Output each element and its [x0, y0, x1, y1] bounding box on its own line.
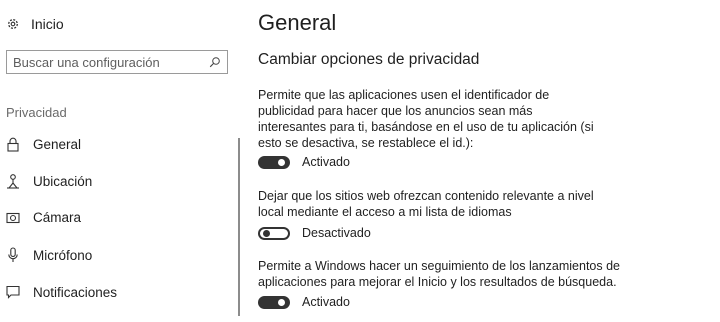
toggle-state-label: Desactivado — [302, 226, 371, 240]
microphone-icon — [6, 247, 20, 263]
search-icon[interactable] — [209, 56, 221, 68]
search-box[interactable] — [6, 50, 228, 74]
sidebar-item-general[interactable]: General — [6, 134, 81, 154]
toggle-state-label: Activado — [302, 155, 350, 169]
toggle-row-advertising-id: Activado — [258, 155, 350, 169]
language-list-toggle[interactable] — [258, 226, 290, 240]
notification-icon — [6, 284, 20, 300]
camera-icon — [6, 209, 20, 225]
toggle-knob — [263, 229, 270, 237]
toggle-row-app-launch-tracking: Activado — [258, 295, 350, 309]
page-title: General — [258, 10, 337, 35]
setting-description-app-launch-tracking: Permite a Windows hacer un seguimiento d… — [258, 259, 620, 289]
lock-icon — [6, 136, 20, 152]
toggle-state-label: Activado — [302, 295, 350, 309]
sidebar-item-location[interactable]: Ubicación — [6, 171, 92, 191]
app-launch-tracking-toggle[interactable] — [258, 295, 290, 309]
section-heading: Cambiar opciones de privacidad — [258, 51, 480, 68]
home-label: Inicio — [31, 16, 64, 32]
search-input[interactable] — [13, 54, 209, 70]
sidebar-item-label: Notificaciones — [33, 284, 118, 300]
home-nav-item[interactable]: Inicio — [6, 16, 64, 32]
sidebar-item-label: Micrófono — [33, 247, 93, 263]
setting-description-language-list: Dejar que los sitios web ofrezcan conten… — [258, 189, 594, 219]
sidebar-item-label: Cámara — [33, 209, 82, 225]
sidebar: Inicio Privacidad General Ubicación Cáma… — [0, 0, 240, 322]
gear-icon — [6, 17, 20, 31]
toggle-knob — [278, 158, 285, 166]
advertising-id-toggle[interactable] — [258, 155, 290, 169]
sidebar-scrollbar[interactable] — [238, 138, 240, 316]
setting-description-advertising-id: Permite que las aplicaciones usen el ide… — [258, 88, 594, 150]
toggle-row-language-list: Desactivado — [258, 226, 371, 240]
section-label-privacy: Privacidad — [6, 105, 67, 120]
sidebar-item-camera[interactable]: Cámara — [6, 207, 81, 227]
sidebar-item-label: Ubicación — [33, 173, 93, 189]
sidebar-item-notifications[interactable]: Notificaciones — [6, 282, 117, 302]
location-icon — [6, 173, 20, 189]
sidebar-item-microphone[interactable]: Micrófono — [6, 245, 92, 265]
toggle-knob — [278, 298, 285, 306]
sidebar-item-label: General — [33, 136, 82, 152]
